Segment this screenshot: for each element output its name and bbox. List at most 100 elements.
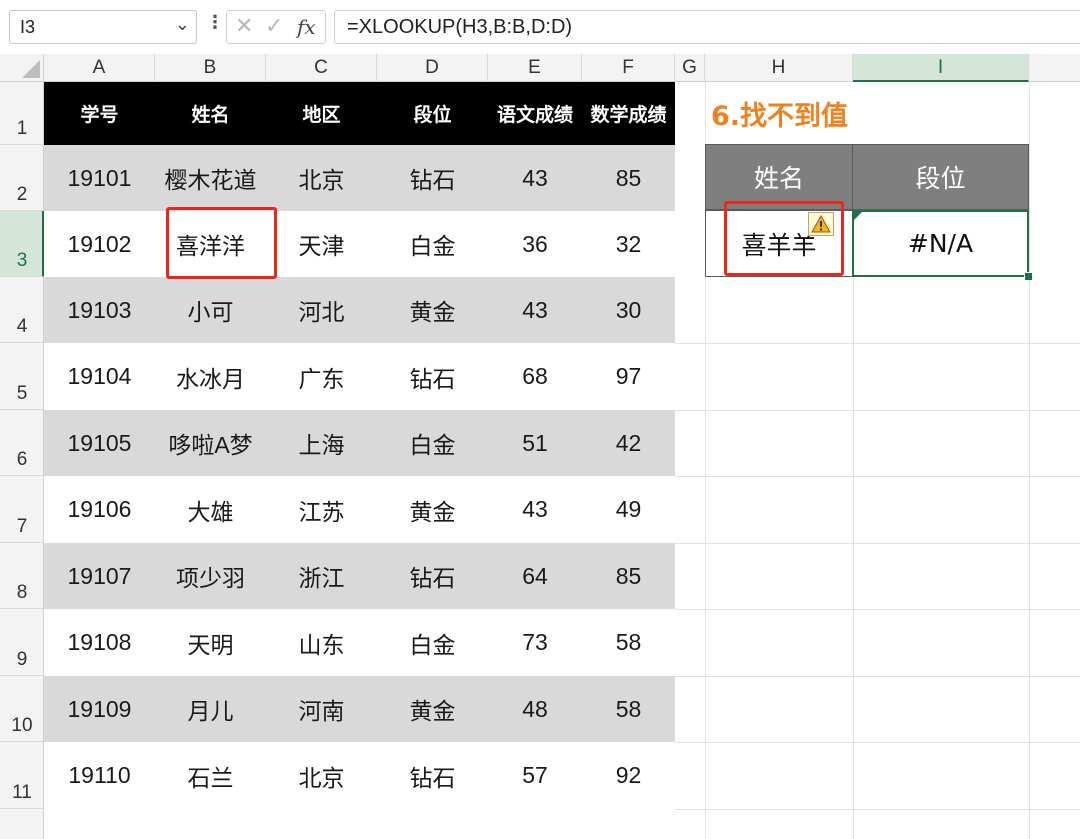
cell-name[interactable]: 哆啦A梦 [155,410,266,476]
cell-id[interactable]: 19110 [44,742,155,809]
cell-id[interactable]: 19109 [44,676,155,742]
gridline [675,410,1080,411]
header-cell-rank[interactable]: 段位 [377,82,488,145]
cell-region[interactable]: 广东 [266,343,377,410]
row-header-2[interactable]: 2 [0,145,44,211]
gridline [675,809,1080,810]
cell-chinese-score[interactable]: 43 [488,277,582,343]
cell-chinese-score[interactable]: 64 [488,543,582,609]
column-header-f[interactable]: F [582,54,675,82]
cell-math-score[interactable]: 30 [582,277,675,343]
cell-region[interactable]: 浙江 [266,543,377,609]
row-header-9[interactable]: 9 [0,609,44,676]
header-cell-math-score[interactable]: 数学成绩 [582,82,675,145]
row-header-4[interactable]: 4 [0,277,44,343]
cell-chinese-score[interactable]: 43 [488,476,582,543]
more-icon[interactable]: ⋮ [206,12,224,33]
chevron-down-icon[interactable]: ⌄ [175,14,190,35]
cell-name[interactable]: 樱木花道 [155,145,266,211]
cell-rank[interactable]: 钻石 [377,742,488,809]
cell-math-score[interactable]: 85 [582,543,675,609]
cell-math-score[interactable]: 58 [582,609,675,676]
cell-region[interactable]: 河北 [266,277,377,343]
column-header-h[interactable]: H [705,54,853,82]
header-cell-id[interactable]: 学号 [44,82,155,145]
column-header-b[interactable]: B [155,54,266,82]
cell-id[interactable]: 19108 [44,609,155,676]
cell-math-score[interactable]: 85 [582,145,675,211]
cell-chinese-score[interactable]: 43 [488,145,582,211]
cell-region[interactable]: 河南 [266,676,377,742]
cell-rank[interactable]: 钻石 [377,343,488,410]
cell-id[interactable]: 19107 [44,543,155,609]
cell-chinese-score[interactable]: 36 [488,211,582,277]
cell-region[interactable]: 江苏 [266,476,377,543]
cell-region[interactable]: 北京 [266,742,377,809]
header-cell-name[interactable]: 姓名 [155,82,266,145]
cell-id[interactable]: 19105 [44,410,155,476]
cell-math-score[interactable]: 58 [582,676,675,742]
cell-rank[interactable]: 钻石 [377,145,488,211]
cell-region[interactable]: 山东 [266,609,377,676]
fill-handle[interactable] [1024,272,1033,281]
cell-id[interactable]: 19102 [44,211,155,277]
cell-chinese-score[interactable]: 51 [488,410,582,476]
header-cell-region[interactable]: 地区 [266,82,377,145]
cell-math-score[interactable]: 92 [582,742,675,809]
cell-name[interactable]: 小可 [155,277,266,343]
cell-math-score[interactable]: 42 [582,410,675,476]
check-icon[interactable]: ✓ [265,14,283,39]
cell-name[interactable]: 月儿 [155,676,266,742]
cell-region[interactable]: 天津 [266,211,377,277]
cell-math-score[interactable]: 49 [582,476,675,543]
column-header-e[interactable]: E [488,54,582,82]
cell-math-score[interactable]: 32 [582,211,675,277]
formula-input[interactable]: =XLOOKUP(H3,B:B,D:D) [334,10,1080,44]
cell-rank[interactable]: 黄金 [377,676,488,742]
cell-name[interactable]: 石兰 [155,742,266,809]
lookup-result-cell[interactable]: #N/A [852,210,1029,277]
cell-rank[interactable]: 白金 [377,609,488,676]
cell-rank[interactable]: 钻石 [377,543,488,609]
cell-name[interactable]: 项少羽 [155,543,266,609]
cell-id[interactable]: 19104 [44,343,155,410]
cancel-icon[interactable]: ✕ [235,14,253,39]
column-header-g[interactable]: G [675,54,705,82]
cell-id[interactable]: 19101 [44,145,155,211]
cell-chinese-score[interactable]: 73 [488,609,582,676]
column-header-i[interactable]: I [853,54,1029,82]
row-header-8[interactable]: 8 [0,543,44,609]
cell-math-score[interactable]: 97 [582,343,675,410]
warning-icon[interactable] [808,212,834,236]
cell-rank[interactable]: 白金 [377,410,488,476]
gridline [675,742,1080,743]
cell-rank[interactable]: 黄金 [377,277,488,343]
row-header-6[interactable]: 6 [0,410,44,476]
cell-chinese-score[interactable]: 68 [488,343,582,410]
cell-id[interactable]: 19103 [44,277,155,343]
row-header-5[interactable]: 5 [0,343,44,410]
lookup-header-rank[interactable]: 段位 [852,144,1029,210]
cell-chinese-score[interactable]: 57 [488,742,582,809]
select-all-corner[interactable] [0,54,44,82]
cell-region[interactable]: 北京 [266,145,377,211]
cell-name[interactable]: 天明 [155,609,266,676]
row-header-3[interactable]: 3 [0,211,44,277]
cell-rank[interactable]: 白金 [377,211,488,277]
row-header-7[interactable]: 7 [0,476,44,543]
insert-function-icon[interactable]: fx [297,15,316,39]
name-box[interactable]: I3 ⌄ [9,10,197,44]
cell-name[interactable]: 大雄 [155,476,266,543]
row-header-11[interactable]: 11 [0,742,44,809]
cell-region[interactable]: 上海 [266,410,377,476]
column-header-d[interactable]: D [377,54,488,82]
header-cell-chinese-score[interactable]: 语文成绩 [488,82,582,145]
cell-name[interactable]: 水冰月 [155,343,266,410]
row-header-1[interactable]: 1 [0,82,44,145]
column-header-c[interactable]: C [266,54,377,82]
column-header-a[interactable]: A [44,54,155,82]
cell-id[interactable]: 19106 [44,476,155,543]
cell-rank[interactable]: 黄金 [377,476,488,543]
row-header-10[interactable]: 10 [0,676,44,742]
cell-chinese-score[interactable]: 48 [488,676,582,742]
